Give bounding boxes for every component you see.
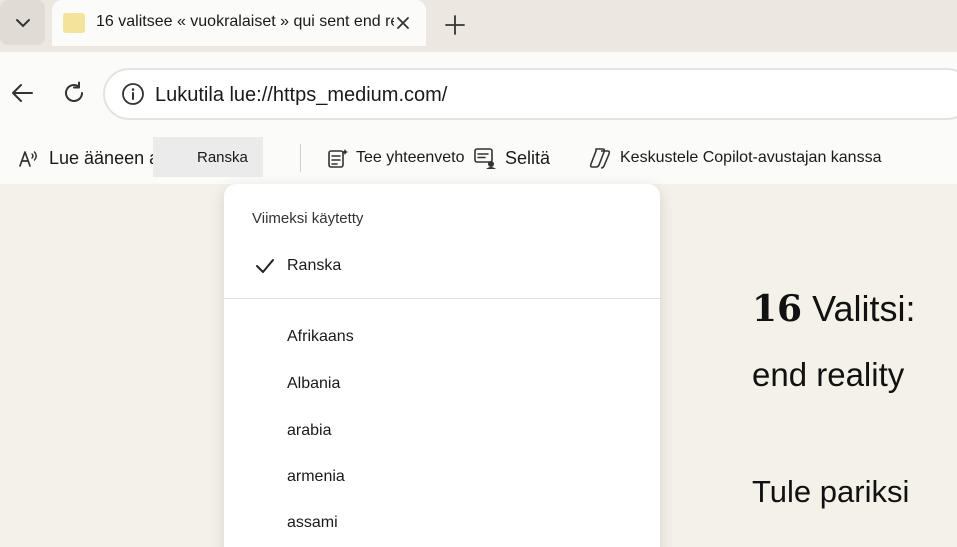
language-option-assami[interactable]: assami bbox=[224, 504, 660, 544]
language-dropdown: Viimeksi käytetty Ranska Afrikaans Alban… bbox=[224, 184, 660, 547]
explain-label: Selitä bbox=[505, 147, 551, 168]
dropdown-divider bbox=[224, 298, 660, 299]
article-title-text: Valitsi: bbox=[812, 288, 916, 329]
reader-toolbar: Lue ääneen ab Ranska Tee yhteenveto Seli… bbox=[0, 132, 957, 184]
back-button[interactable] bbox=[8, 78, 38, 108]
read-aloud-button[interactable]: Lue ääneen ab bbox=[17, 132, 169, 184]
summarize-label: Tee yhteenveto bbox=[356, 149, 465, 166]
tab-strip: 16 valitsee « vuokralaiset » qui sent en… bbox=[0, 0, 957, 52]
active-tab[interactable]: 16 valitsee « vuokralaiset » qui sent en… bbox=[52, 0, 426, 46]
recently-used-heading: Viimeksi käytetty bbox=[252, 210, 364, 227]
new-tab-button[interactable] bbox=[440, 10, 470, 40]
copilot-chat-button[interactable]: Keskustele Copilot-avustajan kanssa bbox=[588, 132, 881, 184]
toolbar-divider bbox=[300, 144, 301, 172]
copilot-icon bbox=[589, 148, 611, 169]
info-icon[interactable] bbox=[121, 82, 145, 106]
copilot-chat-label: Keskustele Copilot-avustajan kanssa bbox=[620, 149, 882, 166]
language-option-ranska[interactable]: Ranska bbox=[224, 247, 660, 287]
page-favicon-icon bbox=[63, 13, 85, 33]
summarize-icon bbox=[328, 149, 348, 168]
plus-icon bbox=[445, 15, 465, 35]
language-option-afrikaans[interactable]: Afrikaans bbox=[224, 318, 660, 358]
chevron-down-icon bbox=[15, 18, 30, 27]
navigation-bar: Lukutila lue://https_medium.com/ bbox=[0, 52, 957, 132]
checkmark-icon bbox=[256, 259, 274, 273]
article-title: 16 Valitsi: bbox=[752, 288, 915, 330]
refresh-button[interactable] bbox=[59, 78, 89, 108]
language-option-arabia[interactable]: arabia bbox=[224, 412, 660, 452]
language-option-label: assami bbox=[287, 514, 338, 531]
explain-icon bbox=[474, 148, 496, 169]
language-option-label: Afrikaans bbox=[287, 328, 354, 345]
close-icon bbox=[397, 17, 409, 29]
close-tab-button[interactable] bbox=[392, 12, 414, 34]
read-aloud-label: Lue ääneen ab bbox=[49, 147, 170, 168]
language-select[interactable]: Ranska bbox=[153, 137, 263, 177]
language-option-label: Ranska bbox=[287, 257, 342, 274]
article-title-number: 16 bbox=[752, 288, 803, 330]
refresh-icon bbox=[65, 81, 83, 102]
address-bar[interactable]: Lukutila lue://https_medium.com/ bbox=[103, 68, 957, 120]
language-option-armenia[interactable]: armenia bbox=[224, 458, 660, 498]
language-option-label: armenia bbox=[287, 468, 345, 485]
language-option-label: arabia bbox=[287, 422, 332, 439]
summarize-button[interactable]: Tee yhteenveto bbox=[327, 132, 465, 184]
address-url: Lukutila lue://https_medium.com/ bbox=[155, 84, 448, 106]
language-option-label: Albania bbox=[287, 375, 341, 392]
article-paragraph: Tule pariksi bbox=[752, 474, 910, 509]
explain-button[interactable]: Selitä bbox=[473, 132, 550, 184]
tab-title: 16 valitsee « vuokralaiset » qui sent en… bbox=[96, 13, 394, 30]
article-subtitle: end reality bbox=[752, 356, 905, 393]
read-aloud-icon bbox=[19, 151, 37, 167]
language-option-albania[interactable]: Albania bbox=[224, 365, 660, 405]
tab-actions-button[interactable] bbox=[0, 0, 45, 45]
back-arrow-icon bbox=[12, 84, 33, 102]
